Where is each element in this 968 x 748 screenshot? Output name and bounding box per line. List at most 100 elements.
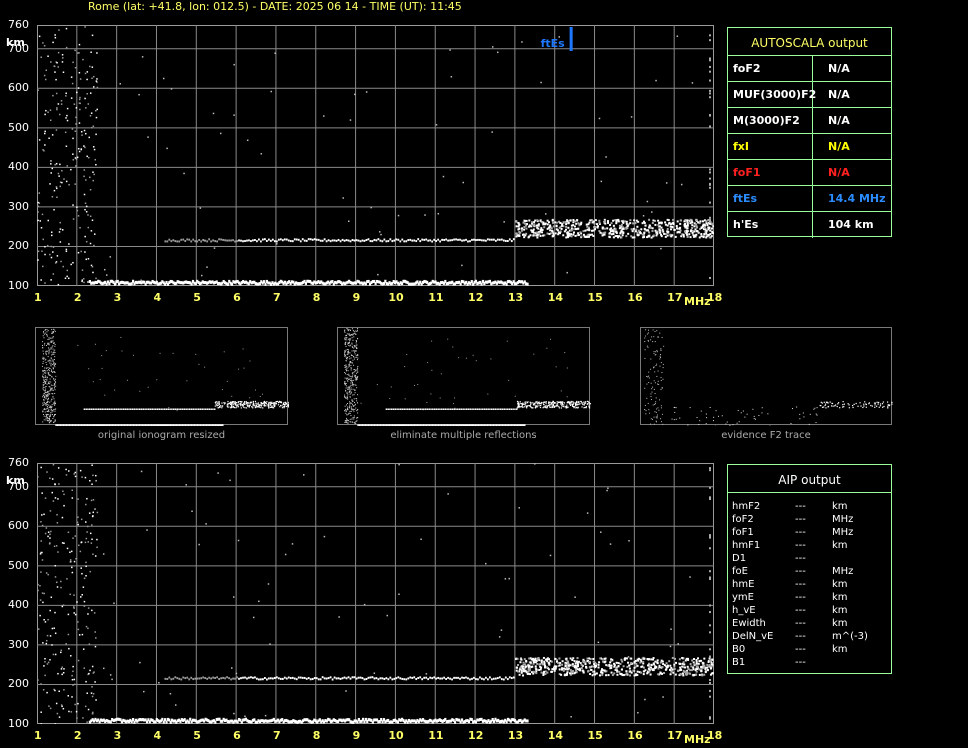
f-trace	[289, 677, 292, 680]
f-trace	[204, 239, 207, 242]
thumb-f2	[874, 404, 876, 406]
thumb-f2	[538, 403, 540, 405]
thumb-dot	[345, 360, 347, 362]
f-trace	[236, 240, 238, 243]
thumb-es	[498, 424, 501, 426]
noise-dot	[93, 612, 96, 614]
f-trace	[421, 238, 424, 241]
thumb-dot	[349, 385, 351, 387]
f2-trace	[695, 667, 698, 670]
thumb-dot	[650, 418, 652, 420]
thumb-es	[418, 424, 420, 426]
thumb-dot	[346, 402, 348, 404]
noise-dot	[77, 621, 79, 623]
thumb-f2	[551, 406, 553, 409]
x-tick-label: 2	[73, 729, 82, 742]
f-trace	[500, 238, 503, 241]
f-trace	[381, 240, 384, 243]
thumb-dot	[54, 410, 56, 412]
f-trace	[343, 676, 346, 679]
f2-trace	[635, 662, 638, 665]
f2-trace	[529, 661, 532, 664]
f-trace	[467, 240, 469, 243]
f-trace	[496, 238, 499, 241]
f2-trace	[542, 234, 545, 237]
thumb-dot	[560, 390, 562, 392]
thumb-dot	[54, 413, 56, 415]
thumb-dot	[50, 364, 52, 366]
thumb-es	[437, 424, 440, 426]
thumb-f	[176, 408, 178, 410]
thumb-f2	[887, 404, 890, 406]
thumb-dot	[705, 423, 707, 425]
thumb-es	[384, 424, 386, 426]
thumb-f2	[520, 406, 522, 408]
thumb-dot	[648, 382, 650, 384]
thumb-dot	[754, 418, 756, 420]
thumb-f2	[521, 405, 523, 407]
noise-dot	[51, 478, 54, 480]
noise-dot	[425, 673, 428, 675]
noise-dot	[51, 234, 53, 237]
noise-dot	[303, 474, 305, 476]
f2-trace	[519, 666, 522, 669]
noise-dot	[80, 130, 83, 133]
f2-trace	[534, 659, 537, 662]
f2-trace	[629, 219, 632, 222]
thumb-es	[431, 424, 434, 426]
x-tick-label: 10	[388, 291, 404, 304]
thumb-dot	[48, 360, 50, 362]
noise-dot	[52, 41, 54, 44]
thumb-dot	[347, 330, 349, 332]
thumb-f	[183, 408, 186, 410]
f-trace	[449, 677, 451, 680]
thumb-f2	[551, 405, 553, 407]
noise-dot	[49, 477, 51, 479]
thumb-f2	[232, 405, 235, 408]
thumb-dot	[52, 384, 54, 386]
f2-trace	[558, 226, 561, 229]
f-trace	[333, 239, 336, 242]
noise-dot	[206, 266, 208, 268]
thumb-f2	[852, 404, 854, 407]
noise-dot	[40, 711, 42, 713]
f2-trace	[660, 233, 663, 236]
f2-trace	[686, 224, 689, 227]
thumb-es	[67, 424, 69, 426]
thumb-dot	[679, 417, 681, 419]
f2-trace	[643, 227, 646, 230]
thumb-f2	[580, 400, 582, 403]
noise-dot	[71, 571, 74, 574]
thumb-dot	[654, 402, 656, 404]
thumb-dot	[55, 408, 57, 410]
f2-trace	[592, 229, 595, 232]
f-trace	[198, 677, 201, 680]
thumb-dot	[354, 421, 356, 423]
noise-dot	[68, 647, 70, 650]
f-trace	[186, 676, 189, 679]
noise-dot	[54, 71, 56, 73]
thumb-dot	[52, 359, 54, 361]
f2-trace	[691, 659, 694, 662]
f-trace	[447, 239, 449, 242]
thumb-f2	[535, 401, 537, 403]
thumb-dot	[431, 340, 433, 342]
thumb-f2	[874, 402, 877, 404]
noise-dot	[235, 672, 238, 675]
thumb-f	[451, 408, 454, 410]
thumb-es	[92, 424, 95, 426]
thumb-dot	[349, 412, 351, 414]
thumb-dot	[347, 377, 349, 379]
noise-dot	[91, 265, 94, 268]
f-trace	[246, 677, 248, 680]
noise-dot	[76, 156, 79, 159]
f-trace	[220, 677, 222, 680]
f2-trace	[520, 671, 523, 674]
thumb-dot	[546, 347, 548, 349]
thumb-f2	[582, 403, 584, 406]
thumb-dot	[45, 388, 47, 390]
thumb-es	[461, 424, 464, 426]
thumb-f2	[526, 407, 528, 409]
f-trace	[291, 240, 294, 243]
noise-dot	[71, 674, 73, 677]
